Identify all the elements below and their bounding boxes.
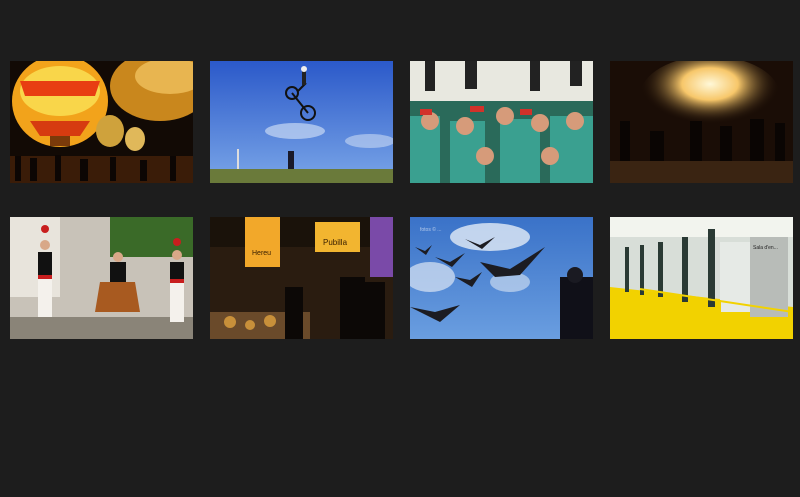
thumbnail-4[interactable] [610, 61, 793, 183]
panel-text: Sala d'en... [753, 245, 778, 251]
bmx-photo [210, 61, 393, 183]
human-tower-photo [410, 61, 593, 183]
thumbnail-7[interactable]: fotos © ... [410, 217, 593, 339]
seagulls-photo: fotos © ... [410, 217, 593, 339]
balloons-photo [10, 61, 193, 183]
thumbnail-2[interactable] [210, 61, 393, 183]
thumbnail-6[interactable]: Hereu Pubilla [210, 217, 393, 339]
sign-pubilla: Pubilla [323, 238, 348, 247]
fire-runners-photo [610, 61, 793, 183]
thumbnail-5[interactable] [10, 217, 193, 339]
thumbnail-8[interactable]: Sala d'en... [610, 217, 793, 339]
folk-dancers-photo [10, 217, 193, 339]
thumbnail-3[interactable] [410, 61, 593, 183]
photo-gallery: Hereu Pubilla fotos © ... Sala d'en... [0, 0, 800, 497]
museum-photo: Sala d'en... [610, 217, 793, 339]
thumbnail-1[interactable] [10, 61, 193, 183]
market-photo: Hereu Pubilla [210, 217, 393, 339]
sign-hereu: Hereu [252, 250, 271, 257]
watermark: fotos © ... [420, 226, 441, 233]
